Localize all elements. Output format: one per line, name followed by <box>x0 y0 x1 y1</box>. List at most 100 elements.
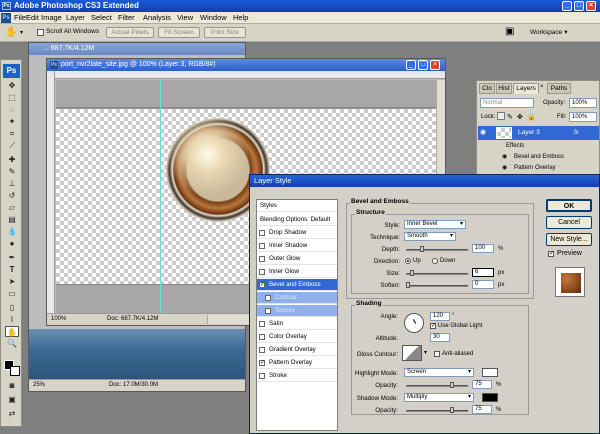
tool-preset-arrow-icon[interactable]: ▾ <box>20 29 23 36</box>
background-zoom-level[interactable]: 25% <box>33 381 45 390</box>
quick-mask-icon[interactable]: ◙ <box>5 380 19 391</box>
bevel-emboss-checkbox[interactable]: ✓ <box>259 282 265 288</box>
drop-shadow-checkbox[interactable] <box>259 230 265 236</box>
menu-analysis[interactable]: Analysis <box>143 12 171 24</box>
list-item-gradient-overlay[interactable]: Gradient Overlay <box>257 344 337 356</box>
soften-slider[interactable] <box>406 285 468 287</box>
layers-tab-close-icon[interactable]: × <box>540 84 544 90</box>
shadow-opacity-thumb[interactable] <box>450 407 454 413</box>
tab-clone-source[interactable]: Clo <box>479 83 495 94</box>
pattern-overlay-checkbox[interactable]: ✓ <box>259 360 265 366</box>
ok-button[interactable]: OK <box>546 199 592 212</box>
lock-image-icon[interactable]: ✎ <box>507 113 513 121</box>
inner-shadow-checkbox[interactable] <box>259 243 265 249</box>
palette-well-icon[interactable]: ▣ <box>505 26 514 37</box>
angle-dial[interactable] <box>404 313 424 333</box>
move-tool-icon[interactable]: ✥ <box>5 80 19 91</box>
size-slider-thumb[interactable] <box>410 270 414 276</box>
pen-tool-icon[interactable]: ✒ <box>5 252 19 263</box>
menu-edit[interactable]: Edit <box>26 12 39 24</box>
list-item-contour[interactable]: Contour <box>257 292 337 304</box>
anti-aliased-checkbox[interactable] <box>434 351 440 357</box>
menu-layer[interactable]: Layer <box>66 12 85 24</box>
fit-screen-button[interactable]: Fit Screen <box>158 27 200 38</box>
doc-minimize-button[interactable]: _ <box>406 60 416 70</box>
lock-all-icon[interactable]: 🔒 <box>527 113 536 121</box>
edit-in-imageready-icon[interactable]: ⇄ <box>5 408 19 419</box>
angle-field[interactable]: 120 <box>430 312 450 321</box>
size-slider[interactable] <box>406 273 468 275</box>
crop-tool-icon[interactable]: ⌗ <box>5 128 19 139</box>
fill-field[interactable]: 100% <box>569 112 597 122</box>
path-select-icon[interactable]: ➤ <box>5 276 19 287</box>
lock-position-icon[interactable]: ✥ <box>517 113 523 121</box>
close-button[interactable]: × <box>586 1 596 11</box>
technique-select[interactable]: Smooth ▾ <box>404 232 456 241</box>
direction-up-radio[interactable] <box>405 258 411 264</box>
dodge-tool-icon[interactable]: ● <box>5 238 19 249</box>
effect-pattern-row[interactable]: ◉ Pattern Overlay <box>478 163 599 173</box>
menu-filter[interactable]: Filter <box>118 12 135 24</box>
hand-tool-icon-toolbox[interactable]: ✋ <box>5 326 19 337</box>
highlight-opacity-thumb[interactable] <box>450 382 454 388</box>
doc-close-button[interactable]: × <box>430 60 440 70</box>
shadow-opacity-field[interactable]: 75 <box>472 405 492 414</box>
magic-wand-tool-icon[interactable]: ✦ <box>5 116 19 127</box>
list-item-stroke[interactable]: Stroke <box>257 370 337 382</box>
texture-checkbox[interactable] <box>265 308 271 314</box>
list-item-inner-glow[interactable]: Inner Glow <box>257 266 337 278</box>
shadow-mode-select[interactable]: Multiply ▾ <box>404 393 474 402</box>
cancel-button[interactable]: Cancel <box>546 216 592 229</box>
actual-pixels-button[interactable]: Actual Pixels <box>106 27 154 38</box>
soften-slider-thumb[interactable] <box>406 282 410 288</box>
minimize-button[interactable]: _ <box>562 1 572 11</box>
list-item-drop-shadow[interactable]: Drop Shadow <box>257 227 337 239</box>
altitude-field[interactable]: 30 <box>430 333 450 342</box>
brush-tool-icon[interactable]: ✎ <box>5 166 19 177</box>
blur-tool-icon[interactable]: 💧 <box>5 226 19 237</box>
highlight-opacity-slider[interactable] <box>406 385 468 387</box>
inner-glow-checkbox[interactable] <box>259 269 265 275</box>
tab-layers[interactable]: Layers <box>513 83 539 94</box>
depth-slider[interactable] <box>406 249 468 251</box>
menu-file[interactable]: File <box>14 12 26 24</box>
list-item-texture[interactable]: Texture <box>257 305 337 317</box>
style-select[interactable]: Inner Bevel ▾ <box>404 220 466 229</box>
slice-tool-icon[interactable]: ⟋ <box>5 140 19 151</box>
scroll-all-checkbox[interactable] <box>37 29 44 36</box>
preview-checkbox[interactable]: ✓ <box>548 251 554 257</box>
visibility-eye-icon[interactable]: ◉ <box>480 128 486 138</box>
shadow-color-swatch[interactable] <box>482 393 498 402</box>
menu-help[interactable]: Help <box>233 12 248 24</box>
lasso-tool-icon[interactable]: ◌ <box>5 104 19 115</box>
effect-eye-icon[interactable]: ◉ <box>502 152 507 162</box>
soften-field[interactable]: 0 <box>472 280 494 289</box>
global-light-checkbox[interactable]: ✓ <box>430 323 436 329</box>
list-item-inner-shadow[interactable]: Inner Shadow <box>257 240 337 252</box>
blend-mode-select[interactable]: Normal <box>480 98 534 108</box>
highlight-color-swatch[interactable] <box>482 368 498 377</box>
blending-options-item[interactable]: Blending Options: Default <box>257 214 337 226</box>
marquee-tool-icon[interactable]: ⬚ <box>5 92 19 103</box>
list-item-color-overlay[interactable]: Color Overlay <box>257 331 337 343</box>
styles-header[interactable]: Styles <box>257 200 337 212</box>
new-style-button[interactable]: New Style... <box>546 233 592 246</box>
maximize-button[interactable]: □ <box>574 1 584 11</box>
effect-eye-icon[interactable]: ◉ <box>502 163 507 173</box>
highlight-opacity-field[interactable]: 75 <box>472 380 492 389</box>
main-document-title-bar[interactable]: Ps port_nvr2late_site.jpg @ 100% (Layer … <box>47 59 445 71</box>
main-zoom-level[interactable]: 100% <box>51 315 66 324</box>
effects-row[interactable]: Effects <box>478 141 599 151</box>
gradient-overlay-checkbox[interactable] <box>259 347 265 353</box>
list-item-bevel-emboss[interactable]: ✓ Bevel and Emboss <box>257 279 337 291</box>
fx-icon[interactable]: fx <box>574 128 579 138</box>
workspace-menu[interactable]: Workspace ▾ <box>530 28 567 36</box>
background-color-swatch[interactable] <box>10 366 20 376</box>
list-item-pattern-overlay[interactable]: ✓ Pattern Overlay <box>257 357 337 369</box>
opacity-field[interactable]: 100% <box>569 98 597 108</box>
direction-down-radio[interactable] <box>432 258 438 264</box>
eyedropper-tool-icon[interactable]: ⌇ <box>5 314 19 325</box>
satin-checkbox[interactable] <box>259 321 265 327</box>
tab-history[interactable]: Hist <box>496 83 512 94</box>
doc-maximize-button[interactable]: □ <box>418 60 428 70</box>
